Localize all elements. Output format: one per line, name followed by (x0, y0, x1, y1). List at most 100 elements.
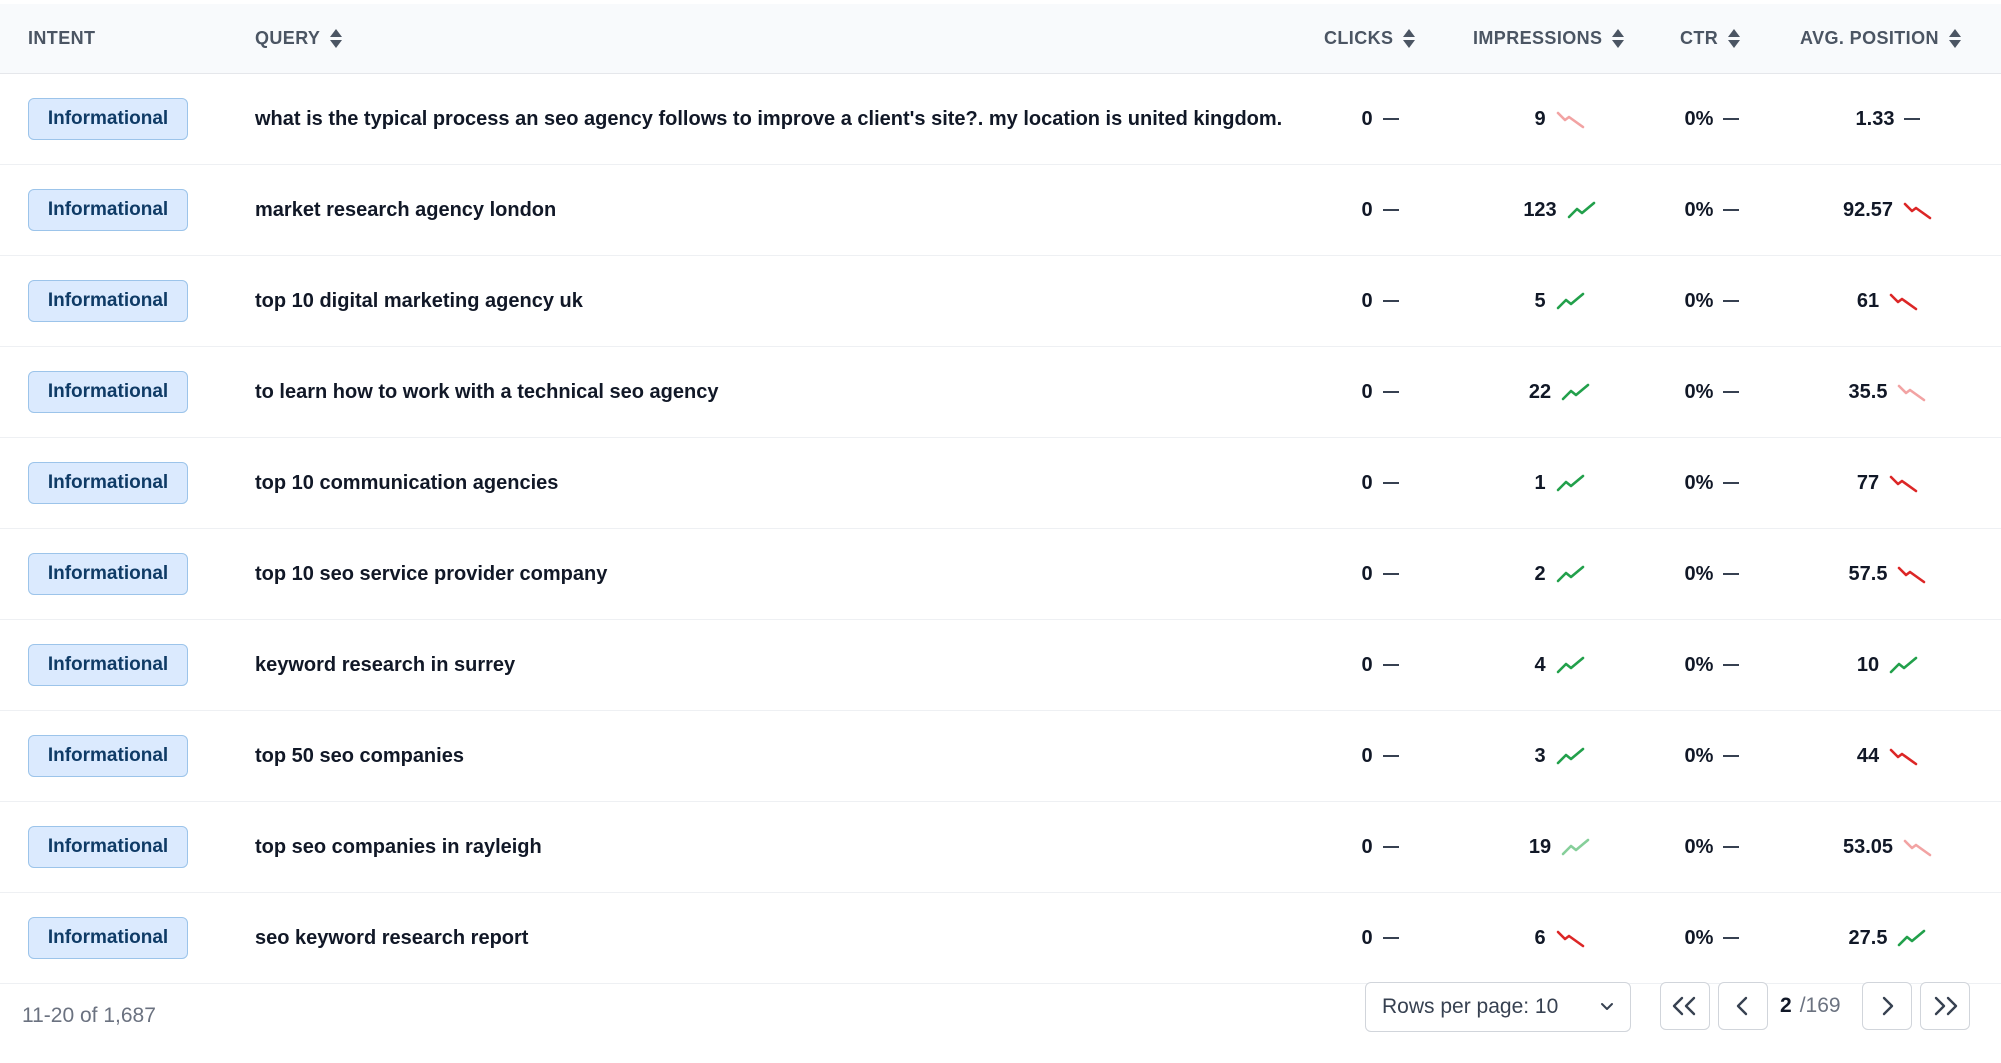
intent-badge: Informational (28, 735, 188, 777)
current-page: 2 (1780, 994, 1792, 1017)
query-text[interactable]: keyword research in surrey (255, 620, 515, 710)
sort-icon[interactable] (1612, 29, 1625, 48)
clicks-cell-value: 0 (1361, 562, 1373, 585)
ctr-cell-value: 0% (1684, 107, 1714, 130)
column-header-clicks[interactable]: CLICKS (1324, 4, 1416, 73)
impressions-cell-value: 123 (1523, 198, 1557, 221)
chevron-left-icon (1736, 996, 1748, 1016)
avg-position-cell-value: 77 (1856, 471, 1880, 494)
impressions-cell: 9 (1480, 74, 1640, 164)
sort-icon[interactable] (1403, 29, 1416, 48)
column-header-avg-position[interactable]: AVG. POSITION (1800, 4, 1961, 73)
impressions-cell: 1 (1480, 438, 1640, 528)
avg-position-cell: 57.5 (1803, 529, 1973, 619)
sort-icon[interactable] (330, 29, 343, 48)
impressions-cell-value: 1 (1534, 471, 1546, 494)
query-text[interactable]: top 10 digital marketing agency uk (255, 256, 583, 346)
ctr-cell-value: 0% (1684, 380, 1714, 403)
ctr-cell-value: 0% (1684, 653, 1714, 676)
query-text[interactable]: seo keyword research report (255, 893, 528, 983)
table-row[interactable]: Informational top 50 seo companies 0 3 0% 44 (0, 711, 2001, 802)
column-header-label: CLICKS (1324, 28, 1394, 48)
total-pages: /169 (1799, 994, 1841, 1017)
first-page-button[interactable] (1660, 982, 1710, 1030)
table-row[interactable]: Informational to learn how to work with a… (0, 347, 2001, 438)
impressions-cell-value: 5 (1534, 289, 1546, 312)
no-change-dash-icon (1382, 118, 1399, 120)
impressions-cell-value: 22 (1528, 380, 1552, 403)
table-row[interactable]: Informational what is the typical process… (0, 74, 2001, 165)
table-row[interactable]: Informational seo keyword research report… (0, 893, 2001, 984)
clicks-cell: 0 (1320, 802, 1440, 892)
next-page-button[interactable] (1862, 982, 1912, 1030)
trend-up-icon (1567, 201, 1595, 219)
column-header-label: IMPRESSIONS (1473, 28, 1603, 48)
double-chevron-left-icon (1672, 996, 1696, 1016)
avg-position-cell: 77 (1803, 438, 1973, 528)
clicks-cell-value: 0 (1361, 198, 1373, 221)
ctr-cell-value: 0% (1684, 744, 1714, 767)
table-row[interactable]: Informational top 10 communication agenci… (0, 438, 2001, 529)
intent-badge: Informational (28, 371, 188, 413)
no-change-dash-icon (1382, 573, 1399, 575)
intent-badge: Informational (28, 280, 188, 322)
no-change-dash-icon (1382, 755, 1399, 757)
clicks-cell-value: 0 (1361, 835, 1373, 858)
query-text[interactable]: market research agency london (255, 165, 556, 255)
column-header-impressions[interactable]: IMPRESSIONS (1473, 4, 1625, 73)
table-row[interactable]: Informational top 10 seo service provider… (0, 529, 2001, 620)
intent-badge: Informational (28, 189, 188, 231)
sort-icon[interactable] (1948, 29, 1961, 48)
table-row[interactable]: Informational top 10 digital marketing ag… (0, 256, 2001, 347)
avg-position-cell-value: 10 (1856, 653, 1880, 676)
column-header-label: INTENT (28, 28, 96, 48)
avg-position-cell-value: 53.05 (1842, 835, 1894, 858)
table-row[interactable]: Informational keyword research in surrey 0… (0, 620, 2001, 711)
avg-position-cell-value: 44 (1856, 744, 1880, 767)
avg-position-cell: 44 (1803, 711, 1973, 801)
impressions-cell-value: 2 (1534, 562, 1546, 585)
clicks-cell: 0 (1320, 165, 1440, 255)
clicks-cell-value: 0 (1361, 471, 1373, 494)
avg-position-cell-value: 92.57 (1842, 198, 1894, 221)
trend-down-icon (1889, 748, 1918, 766)
query-text[interactable]: what is the typical process an seo agenc… (255, 74, 1282, 164)
ctr-cell-value: 0% (1684, 562, 1714, 585)
impressions-cell-value: 9 (1534, 107, 1546, 130)
trend-up-icon (1556, 292, 1584, 310)
column-header-label: CTR (1680, 28, 1719, 48)
impressions-cell: 19 (1480, 802, 1640, 892)
page-indicator: 2 /169 (1780, 982, 1841, 1030)
column-header-query[interactable]: QUERY (255, 4, 343, 73)
clicks-cell-value: 0 (1361, 926, 1373, 949)
sort-icon[interactable] (1728, 29, 1741, 48)
trend-up-icon (1556, 565, 1584, 583)
rows-per-page-select[interactable]: Rows per page: 10 (1365, 982, 1631, 1032)
no-change-dash-icon (1723, 482, 1740, 484)
no-change-dash-icon (1723, 755, 1740, 757)
impressions-cell-value: 6 (1534, 926, 1546, 949)
query-text[interactable]: top seo companies in rayleigh (255, 802, 542, 892)
trend-down-icon (1889, 475, 1918, 493)
ctr-cell: 0% (1657, 165, 1767, 255)
last-page-button[interactable] (1920, 982, 1970, 1030)
no-change-dash-icon (1723, 573, 1740, 575)
query-text[interactable]: to learn how to work with a technical se… (255, 347, 718, 437)
intent-badge: Informational (28, 644, 188, 686)
query-text[interactable]: top 10 seo service provider company (255, 529, 607, 619)
query-text[interactable]: top 10 communication agencies (255, 438, 558, 528)
column-header-ctr[interactable]: CTR (1680, 4, 1741, 73)
ctr-cell-value: 0% (1684, 471, 1714, 494)
intent-badge: Informational (28, 917, 188, 959)
avg-position-cell: 27.5 (1803, 893, 1973, 983)
table-row[interactable]: Informational market research agency lond… (0, 165, 2001, 256)
query-text[interactable]: top 50 seo companies (255, 711, 464, 801)
previous-page-button[interactable] (1718, 982, 1768, 1030)
chevron-right-icon (1882, 996, 1894, 1016)
clicks-cell: 0 (1320, 347, 1440, 437)
trend-up-icon (1889, 656, 1918, 674)
trend-down-icon (1898, 384, 1926, 402)
clicks-cell-value: 0 (1361, 380, 1373, 403)
trend-down-icon (1903, 202, 1932, 220)
table-row[interactable]: Informational top seo companies in raylei… (0, 802, 2001, 893)
